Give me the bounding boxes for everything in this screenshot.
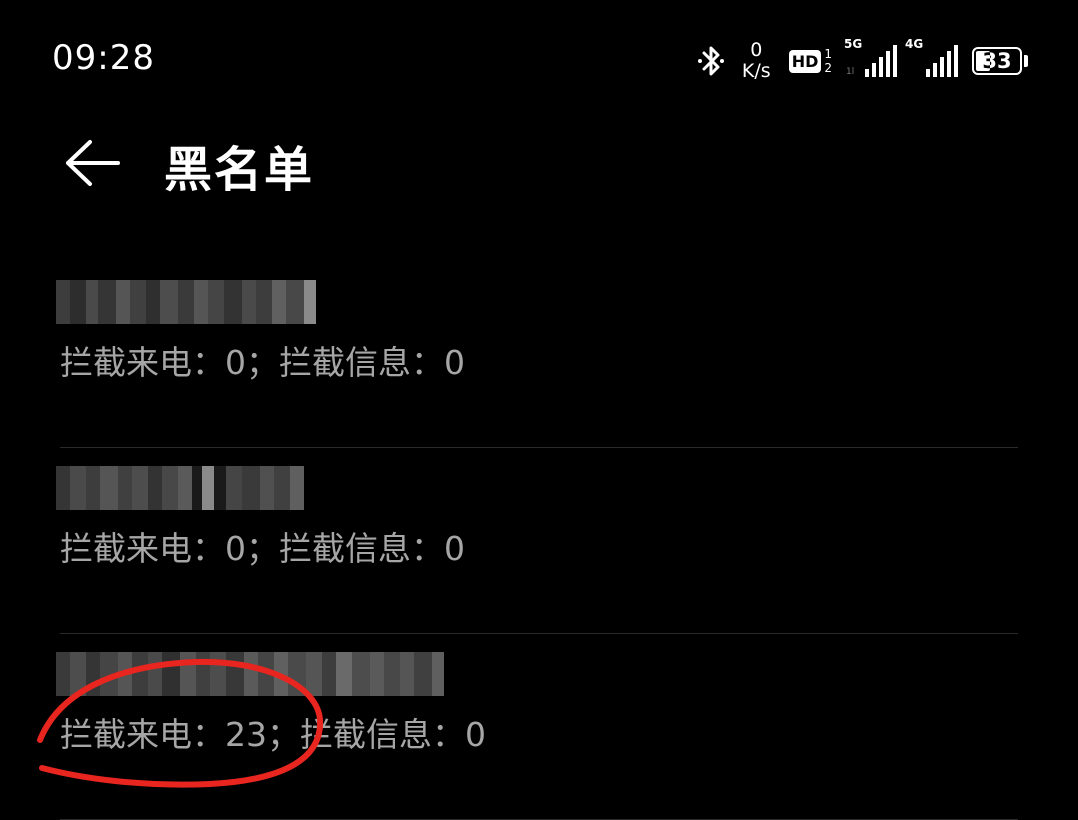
hd-voice-icon: HD 1 2 (788, 47, 832, 75)
back-arrow-icon[interactable] (60, 136, 124, 190)
contact-number-redacted (56, 280, 316, 324)
battery-level: 33 (982, 49, 1012, 73)
signal-5g-label: 5G (844, 37, 863, 51)
blacklist-item[interactable]: 拦截来电：23；拦截信息：0 (0, 634, 1078, 820)
block-stats: 拦截来电：23；拦截信息：0 (60, 715, 486, 754)
app-header: 黑名单 (0, 120, 1078, 220)
status-bar: 09:28 0 K/s HD 1 2 5G 1l 4G 33 (0, 0, 1078, 120)
status-time: 09:28 (52, 38, 155, 78)
blacklist-item[interactable]: 拦截来电：0；拦截信息：0 (0, 262, 1078, 448)
signal-5g-icon: 5G 1l (844, 37, 897, 77)
network-speed-value: 0 (750, 39, 763, 61)
block-stats: 拦截来电：0；拦截信息：0 (60, 343, 465, 382)
hd-sim-1: 1 (824, 47, 832, 61)
hd-label: HD (788, 49, 822, 73)
signal-5g-activity: 1l (846, 67, 855, 77)
battery-icon: 33 (972, 47, 1028, 75)
bluetooth-icon (697, 46, 724, 76)
status-icons: 0 K/s HD 1 2 5G 1l 4G 33 (696, 36, 1028, 86)
page-title: 黑名单 (164, 142, 315, 198)
contact-number-redacted (56, 466, 304, 510)
contact-number-redacted (56, 652, 444, 696)
signal-4g-icon: 4G (905, 37, 958, 77)
network-speed: 0 K/s (742, 40, 771, 82)
hd-sim-2: 2 (824, 61, 832, 75)
blacklist-item[interactable]: 拦截来电：0；拦截信息：0 (0, 448, 1078, 634)
block-stats: 拦截来电：0；拦截信息：0 (60, 529, 465, 568)
signal-4g-label: 4G (905, 37, 924, 51)
network-speed-unit: K/s (741, 60, 771, 82)
